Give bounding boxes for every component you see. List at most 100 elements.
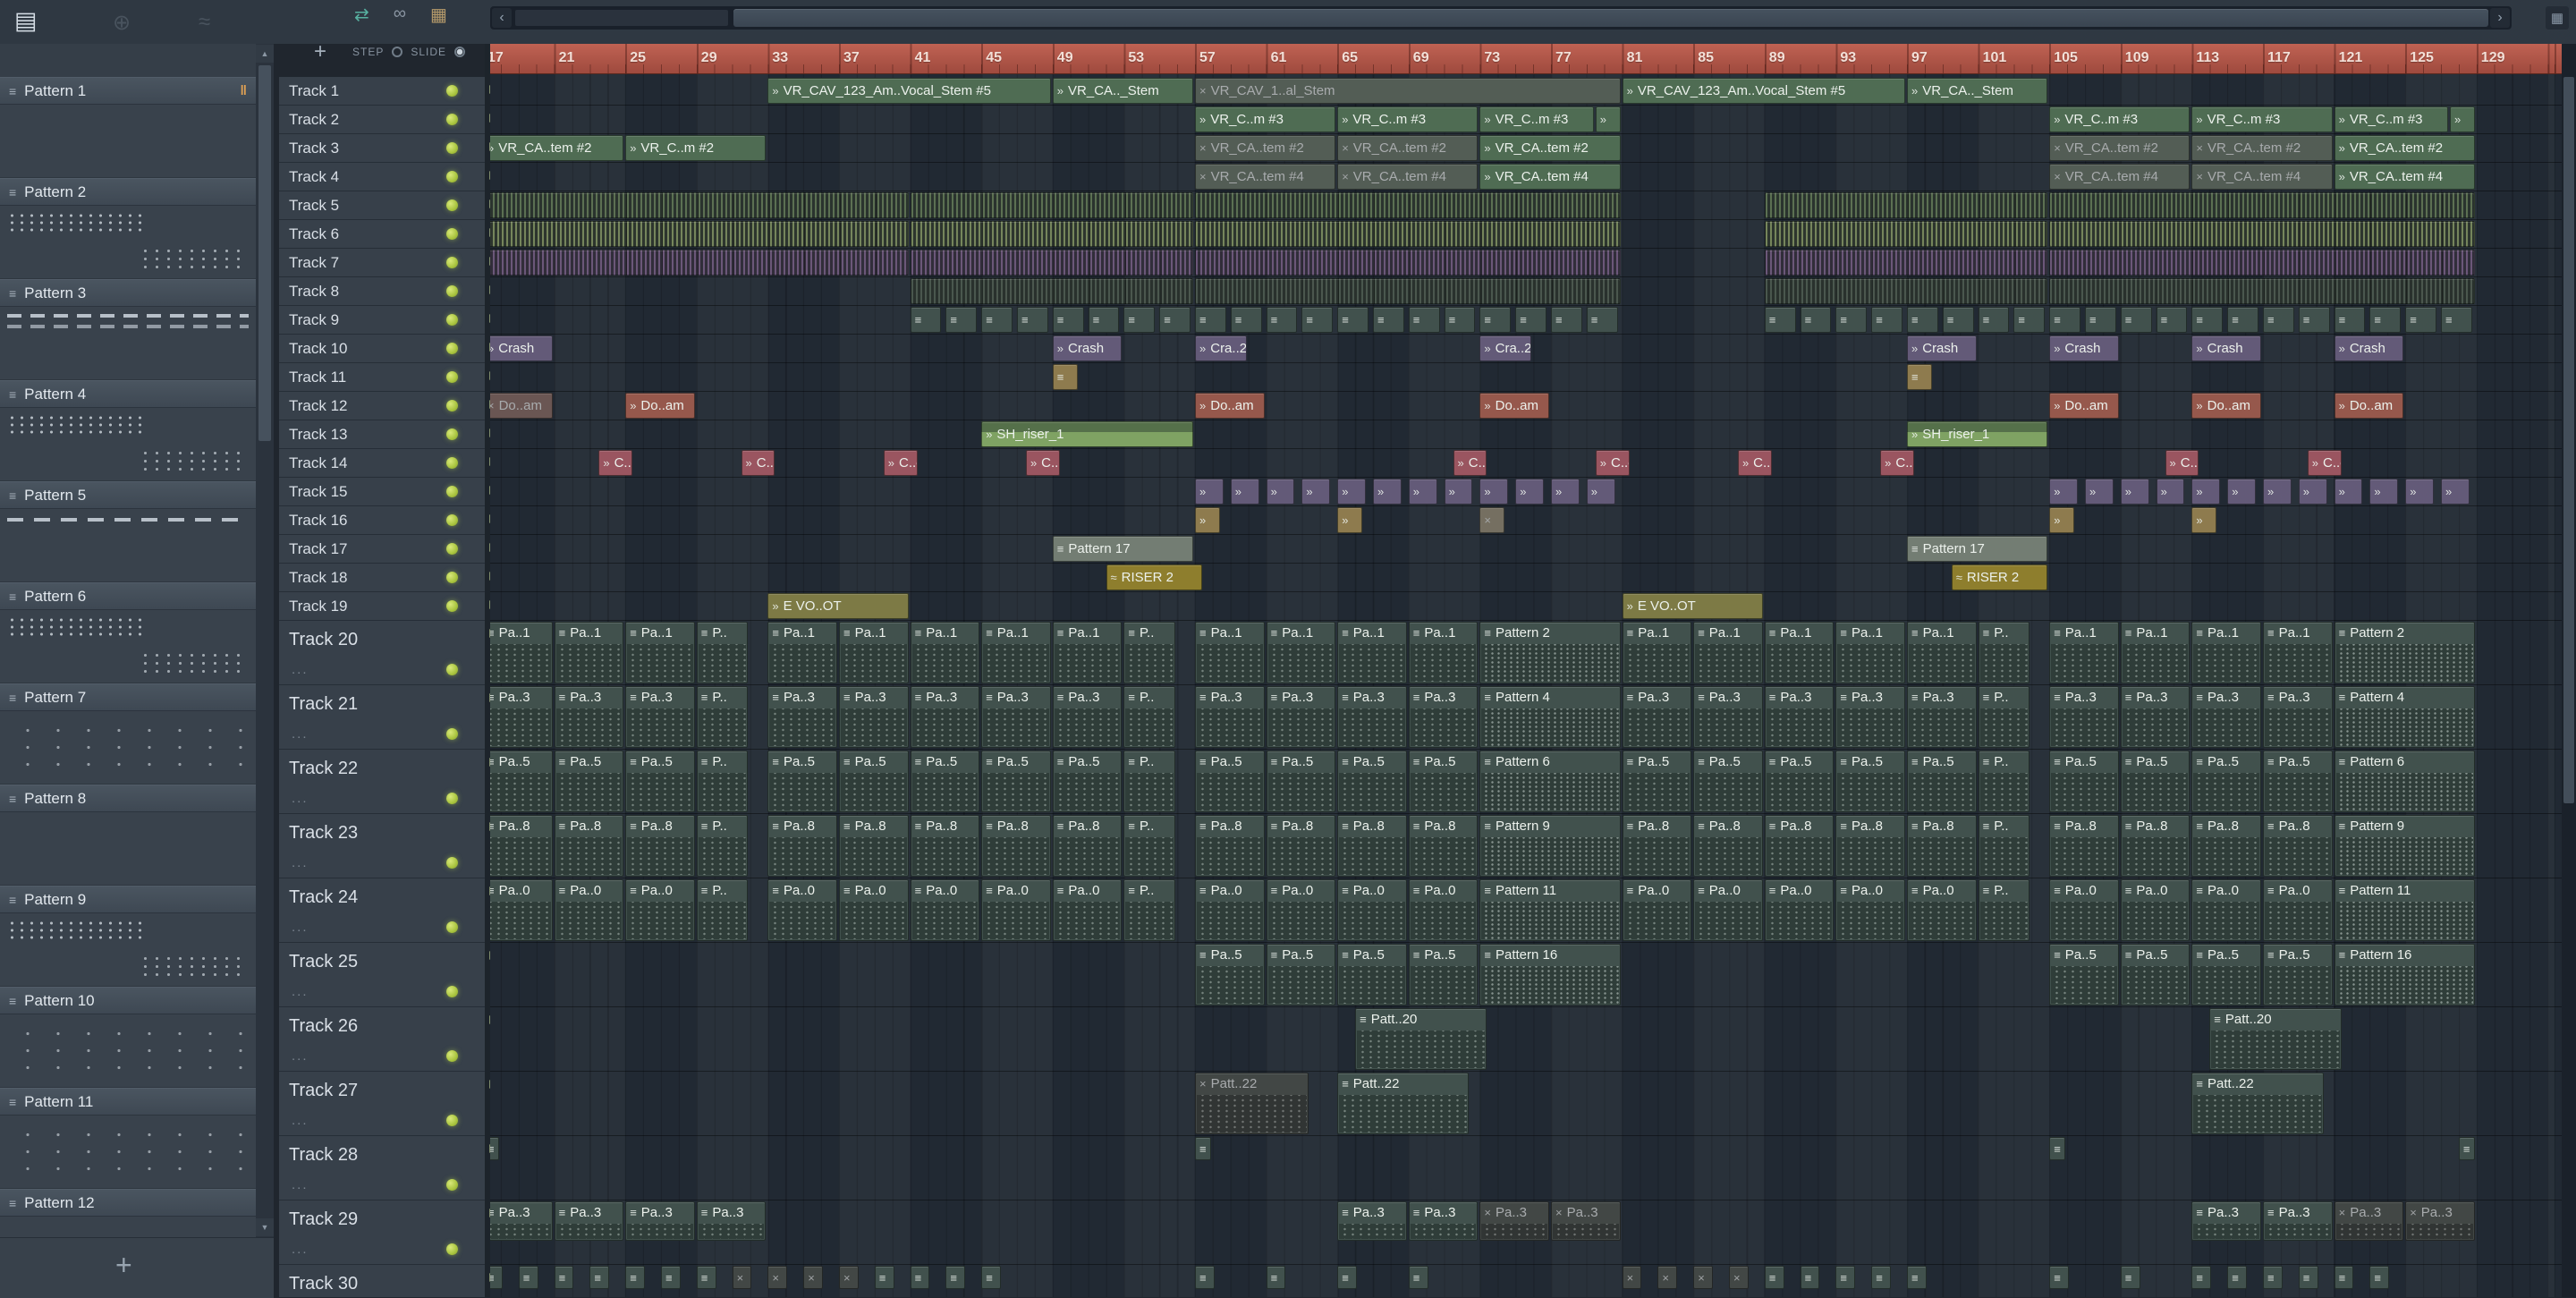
pattern-scroll-thumb[interactable] [258,65,271,441]
track-mute-led[interactable] [446,1115,458,1126]
pattern-item[interactable]: ≡ Pattern 3 [0,279,256,380]
playlist-clip[interactable]: ≡Pa..3 [490,1201,553,1241]
playlist-clip[interactable]: ≡Pa..0 [490,879,553,941]
track-row[interactable]: Track 13 [279,420,485,449]
playlist-clip[interactable]: » [2191,507,2217,533]
playlist-clip[interactable]: » VR_CA..tem #2 [490,135,624,161]
playlist-clip[interactable]: ≡ [1017,307,1048,333]
playlist-clip[interactable]: ≡ [1195,1266,1215,1289]
playlist-clip[interactable]: ≡ [1764,307,1796,333]
pattern-header[interactable]: ≡ Pattern 7 [0,683,256,711]
playlist-clip[interactable]: ≡Pa..3 [1907,686,1977,748]
playlist-clip[interactable]: » VR_CA..tem #4 [2334,164,2475,190]
playlist-clip[interactable]: ≡ [554,1266,574,1289]
track-mute-led[interactable] [446,85,458,97]
playlist-clip[interactable]: » VR_CAV_123_Am..Vocal_Stem #5 [1622,78,1905,104]
playlist-hscrollbar[interactable]: ‹ › [490,6,2512,30]
playlist-clip[interactable]: × Pa..3 [2405,1201,2475,1241]
playlist-clip[interactable]: ≈ RISER 2 [1106,564,1202,590]
playlist-clip[interactable]: × [839,1266,859,1289]
playlist-clip[interactable]: ≡Pa..8 [910,815,980,877]
track-row[interactable]: Track 27... [279,1072,485,1136]
playlist-clip[interactable]: ×Do..am [490,393,553,419]
playlist-clip[interactable]: ≡Pa..5 [2049,751,2119,812]
playlist-clip[interactable]: ≡ [1266,1266,1286,1289]
playlist-clip[interactable]: ≡Pa..3 [1195,686,1265,748]
playlist-clip[interactable]: ≡Pa..8 [1622,815,1692,877]
playlist-clip[interactable]: ≡Pa..3 [767,686,837,748]
track-mute-led[interactable] [446,793,458,804]
playlist-clip[interactable]: ≡ Pattern 17 [1052,536,1193,562]
playlist-clip[interactable] [1195,250,1621,276]
playlist-clip[interactable]: » [2120,479,2149,505]
playlist-clip[interactable]: » [2369,479,2399,505]
playlist-clip[interactable]: » Cra..2 [1195,335,1247,361]
playlist-clip[interactable]: » [2449,106,2475,132]
playlist-clip[interactable]: » Do..am [625,393,695,419]
playlist-clip[interactable]: ≡Pa..1 [2191,622,2261,683]
track-mute-led[interactable] [446,114,458,125]
playlist-clip[interactable]: ≡ [981,1266,1002,1289]
playlist-clip[interactable]: » [2334,479,2363,505]
playlist-clip[interactable]: »C..on [741,450,775,476]
playlist-clip[interactable]: ≡ P.. [696,815,749,877]
playlist-clip[interactable]: ≡Pa..3 [1408,1201,1479,1241]
track-row[interactable]: Track 23... [279,814,485,878]
playlist-clip[interactable]: ≡Pa..0 [2120,879,2190,941]
playlist-clip[interactable]: ≡Pa..1 [1622,622,1692,683]
playlist-clip[interactable]: ≡Pa..1 [1764,622,1835,683]
playlist-clip[interactable]: × VR_CA..tem #2 [1337,135,1479,161]
track-mute-led[interactable] [446,921,458,933]
playlist-clip[interactable]: » SH_riser_1 [981,421,1193,447]
playlist-clip[interactable]: »C..on [1737,450,1772,476]
playlist-clip[interactable]: ≡Pa..3 [1337,686,1407,748]
track-mute-led[interactable] [446,228,458,240]
playlist-clip[interactable]: ≡ [2334,307,2366,333]
playlist-clip[interactable]: × Pa..3 [1551,1201,1621,1241]
playlist-clip[interactable]: ≡Pa..3 [2191,1201,2261,1241]
playlist-clip[interactable]: ≡Pa..3 [2263,1201,2333,1241]
playlist-clip[interactable]: ≡Pa..8 [625,815,695,877]
playlist-clip[interactable]: ≡ [490,1266,503,1289]
playlist-clip[interactable]: ≡ [1373,307,1404,333]
scroll-left-button[interactable]: ‹ [492,8,512,28]
playlist-clip[interactable] [1195,278,1621,304]
playlist-clip[interactable] [2049,192,2475,218]
playlist-clip[interactable]: » VR_CA.._Stem [1052,78,1193,104]
playlist-clip[interactable]: ≡Pa..0 [554,879,624,941]
playlist-clip[interactable]: ≡Pa..3 [839,686,909,748]
playlist-clip[interactable] [1195,221,1621,247]
playlist-clip[interactable]: ≡Pa..8 [1907,815,1977,877]
playlist-clip[interactable]: ≡Pa..5 [554,751,624,812]
playlist-clip[interactable]: »Crash [1907,335,1977,361]
playlist-clip[interactable]: ≡Pa..1 [1693,622,1763,683]
playlist-clip[interactable]: ≡Pa..0 [1693,879,1763,941]
playlist-clip[interactable]: ≡Pa..1 [839,622,909,683]
track-row[interactable]: Track 21... [279,685,485,750]
playlist-clip[interactable]: ≡ Patt..22 [1337,1073,1470,1134]
pattern-preview[interactable] [0,1014,256,1088]
playlist-clip[interactable]: ≡Pa..1 [767,622,837,683]
playlist-clip[interactable]: ≡Pa..1 [1052,622,1123,683]
playlist-clip[interactable]: »C..on [1595,450,1630,476]
playlist-lane[interactable] [490,564,2562,592]
playlist-clip[interactable]: ≡ [2013,307,2046,333]
playlist-clip[interactable]: ≡Pa..3 [1266,686,1336,748]
playlist-clip[interactable]: ≡Pa..5 [1622,751,1692,812]
playlist-clip[interactable]: ≡Pa..5 [1337,944,1407,1005]
playlist-clip[interactable] [1764,278,2048,304]
playlist-clip[interactable]: ≡Pa..0 [1052,879,1123,941]
playlist-clip[interactable]: ≡Pa..5 [1052,751,1123,812]
playlist-clip[interactable]: ≡ [1301,307,1334,333]
playlist-clip[interactable]: ≡ [661,1266,681,1289]
track-mute-led[interactable] [446,142,458,154]
playlist-clip[interactable]: ≡ Pattern 9 [1479,815,1621,877]
playlist-clip[interactable]: ≡Pa..3 [1337,1201,1407,1241]
playlist-clip[interactable]: ≡Pa..3 [981,686,1051,748]
playlist-clip[interactable]: ≡Pa..8 [2049,815,2119,877]
playlist-clip[interactable]: ≡Pa..5 [1408,751,1479,812]
track-row[interactable]: Track 12 [279,392,485,420]
playlist-clip[interactable] [2049,278,2475,304]
playlist-clip[interactable]: ≡ Patt..20 [2209,1008,2342,1070]
playlist-clip[interactable]: × VR_CA..tem #2 [2191,135,2333,161]
